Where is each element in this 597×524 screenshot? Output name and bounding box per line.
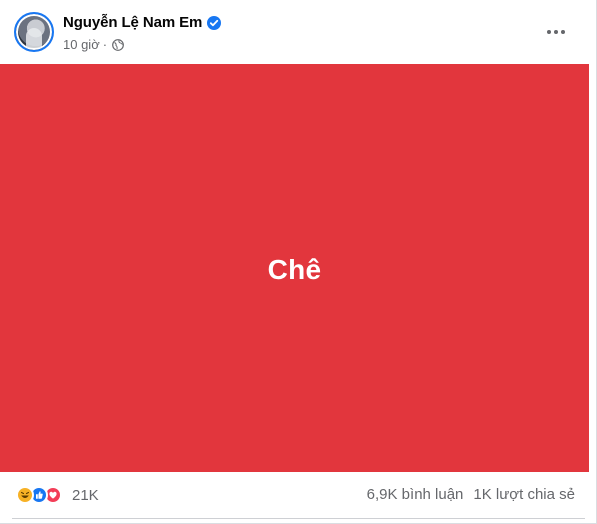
author-name[interactable]: Nguyễn Lệ Nam Em (63, 14, 202, 31)
reaction-count: 21K (72, 486, 99, 504)
post-card: Nguyễn Lệ Nam Em 10 giờ · Chê 21K 6,9K b… (0, 0, 597, 524)
post-timestamp[interactable]: 10 giờ (63, 37, 100, 52)
post-media-text: Chê (267, 254, 322, 285)
post-header: Nguyễn Lệ Nam Em 10 giờ · (0, 0, 597, 64)
more-horizontal-icon (546, 22, 566, 40)
haha-icon (16, 486, 34, 504)
avatar[interactable] (14, 12, 54, 52)
reaction-icons (16, 486, 62, 504)
post-media[interactable]: Chê (0, 64, 589, 472)
author-row: Nguyễn Lệ Nam Em (63, 14, 222, 31)
post-meta: 10 giờ · (63, 37, 124, 52)
post-stats: 6,9K bình luận 1K lượt chia sẻ (367, 486, 575, 503)
post-footer: 21K 6,9K bình luận 1K lượt chia sẻ (0, 472, 597, 524)
comments-count[interactable]: 6,9K bình luận (367, 486, 464, 503)
meta-separator: · (102, 37, 108, 52)
avatar-figure (26, 28, 42, 48)
shares-count[interactable]: 1K lượt chia sẻ (473, 486, 575, 503)
more-options-button[interactable] (538, 16, 574, 46)
reactions-summary[interactable]: 21K (16, 486, 99, 504)
globe-icon[interactable] (112, 38, 124, 51)
footer-divider (12, 518, 585, 519)
verified-badge-icon (207, 15, 222, 30)
